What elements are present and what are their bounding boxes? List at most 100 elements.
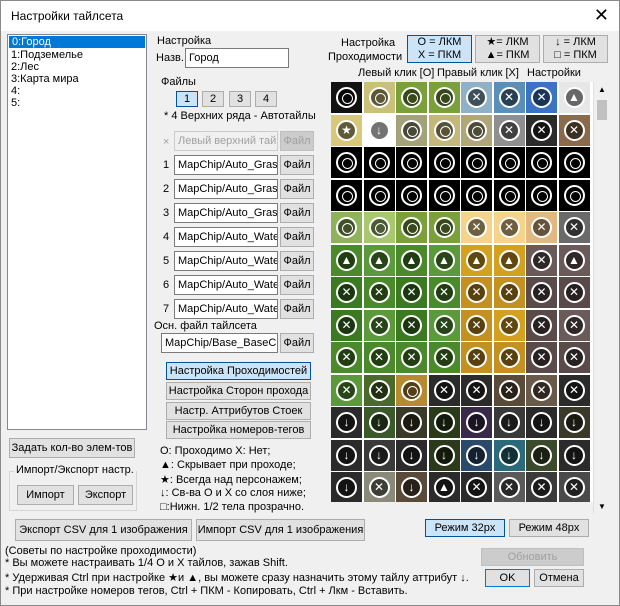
- tile-cell[interactable]: ▲: [396, 244, 427, 276]
- file-browse-button[interactable]: Файл: [280, 155, 314, 175]
- tile-cell[interactable]: ✕: [363, 472, 395, 502]
- base-file-field[interactable]: MapChip/Base_BaseChip: [161, 333, 278, 353]
- file-path-field[interactable]: MapChip/Auto_Water: [174, 299, 278, 319]
- tile-cell[interactable]: [331, 147, 362, 178]
- tile-cell[interactable]: ▲: [493, 244, 525, 276]
- tile-cell[interactable]: ▲: [461, 244, 492, 276]
- tile-cell[interactable]: ✕: [461, 374, 492, 406]
- tile-cell[interactable]: ✕: [526, 309, 557, 341]
- tile-cell[interactable]: ✕: [363, 342, 395, 373]
- tileset-list[interactable]: 0:Город 1:Подземелье 2:Лес 3:Карта мира …: [7, 34, 147, 430]
- tile-cell[interactable]: [493, 179, 525, 211]
- name-field[interactable]: Город: [185, 48, 289, 68]
- tile-cell[interactable]: ✕: [558, 342, 590, 373]
- tile-cell[interactable]: [396, 147, 427, 178]
- tile-cell[interactable]: ↓: [558, 439, 590, 471]
- tile-cell[interactable]: ✕: [363, 374, 395, 406]
- tile-cell[interactable]: [428, 212, 460, 243]
- tile-cell[interactable]: ✕: [331, 342, 362, 373]
- counter-attr-mode-button[interactable]: Настр. Аттрибутов Стоек: [166, 402, 311, 420]
- file-browse-button[interactable]: Файл: [280, 179, 314, 199]
- tileset-item[interactable]: 3:Карта мира: [8, 73, 146, 85]
- tile-cell[interactable]: ✕: [461, 212, 492, 243]
- tile-cell[interactable]: ↓: [428, 439, 460, 471]
- tile-cell[interactable]: ✕: [331, 277, 362, 308]
- tile-cell[interactable]: ✕: [558, 309, 590, 341]
- tile-cell[interactable]: ▲: [428, 472, 460, 502]
- tile-cell[interactable]: [461, 179, 492, 211]
- tile-cell[interactable]: ✕: [331, 374, 362, 406]
- tileset-item[interactable]: 1:Подземелье: [8, 49, 146, 61]
- ox-click-mode-button[interactable]: O = ЛКМ X = ПКМ: [407, 35, 472, 63]
- tile-cell[interactable]: ↓: [461, 407, 492, 438]
- tile-cell[interactable]: [396, 82, 427, 113]
- tile-cell[interactable]: [363, 82, 395, 113]
- import-csv-button[interactable]: Импорт CSV для 1 изображения: [196, 519, 365, 541]
- tile-cell[interactable]: ▲: [331, 244, 362, 276]
- tag-number-mode-button[interactable]: Настройка номеров-тегов: [166, 421, 311, 439]
- tileset-item[interactable]: 0:Город: [9, 36, 145, 48]
- tile-cell[interactable]: ▲: [558, 82, 590, 113]
- tile-cell[interactable]: [331, 82, 362, 113]
- file-path-field[interactable]: MapChip/Auto_Water: [174, 227, 278, 247]
- tile-cell[interactable]: ✕: [493, 374, 525, 406]
- scroll-down-icon[interactable]: ▼: [598, 502, 606, 511]
- tile-cell[interactable]: ✕: [558, 212, 590, 243]
- star-click-mode-button[interactable]: ★= ЛКМ ▲= ПКМ: [475, 35, 540, 63]
- file-tab-4[interactable]: 4: [255, 91, 277, 107]
- file-browse-button[interactable]: Файл: [280, 275, 314, 295]
- tile-cell[interactable]: ↓: [396, 472, 427, 502]
- tile-cell[interactable]: ★: [331, 114, 362, 146]
- tile-cell[interactable]: ↓: [331, 472, 362, 502]
- file-path-field[interactable]: MapChip/Auto_Grass: [174, 179, 278, 199]
- tile-cell[interactable]: [558, 147, 590, 178]
- tile-cell[interactable]: ↓: [493, 407, 525, 438]
- tile-cell[interactable]: ✕: [493, 82, 525, 113]
- mode-32px-button[interactable]: Режим 32px: [425, 519, 505, 537]
- file-tab-3[interactable]: 3: [229, 91, 251, 107]
- file-tab-2[interactable]: 2: [202, 91, 224, 107]
- tile-cell[interactable]: [461, 114, 492, 146]
- tile-cell[interactable]: ↓: [363, 114, 395, 146]
- tile-cell[interactable]: ✕: [526, 374, 557, 406]
- tile-cell[interactable]: [363, 147, 395, 178]
- tile-cell[interactable]: ✕: [558, 114, 590, 146]
- tile-cell[interactable]: ↓: [526, 439, 557, 471]
- tile-cell[interactable]: [396, 179, 427, 211]
- close-icon[interactable]: ✕: [594, 4, 609, 26]
- tile-cell[interactable]: [331, 179, 362, 211]
- passability-mode-button[interactable]: Настройка Проходимостей: [166, 362, 311, 380]
- tile-cell[interactable]: ↓: [396, 407, 427, 438]
- file-path-field[interactable]: MapChip/Auto_Grass: [174, 155, 278, 175]
- export-csv-button[interactable]: Экспорт CSV для 1 изображения: [15, 519, 192, 541]
- scroll-thumb[interactable]: [597, 100, 607, 120]
- tile-cell[interactable]: ✕: [396, 342, 427, 373]
- tile-cell[interactable]: ✕: [363, 309, 395, 341]
- tile-cell[interactable]: ✕: [331, 309, 362, 341]
- tile-cell[interactable]: ↓: [363, 439, 395, 471]
- tile-cell[interactable]: ✕: [558, 277, 590, 308]
- tile-cell[interactable]: ✕: [396, 309, 427, 341]
- tile-cell[interactable]: ✕: [526, 472, 557, 502]
- file-browse-button[interactable]: Файл: [280, 251, 314, 271]
- tile-grid[interactable]: ✕ ✕ ✕ ▲ ★ ↓ ✕ ✕ ✕ ✕ ✕ ✕ ✕ ▲ ▲ ▲ ▲ ▲ ▲ ✕ ▲ ✕ ✕ ✕ ✕ ✕ ✕ ✕ ✕ ✕ ✕ ✕ ✕ ✕ ✕ ✕ ✕ ✕ ✕ ✕…: [331, 82, 593, 502]
- tile-cell[interactable]: [428, 82, 460, 113]
- export-button[interactable]: Экспорт: [78, 485, 133, 505]
- tile-cell[interactable]: ✕: [526, 82, 557, 113]
- tileset-item[interactable]: 4:: [8, 85, 146, 97]
- tile-cell[interactable]: [396, 212, 427, 243]
- tile-cell[interactable]: [363, 179, 395, 211]
- arrow-click-mode-button[interactable]: ↓ = ЛКМ □ = ПКМ: [543, 35, 608, 63]
- horizontal-scrollbar[interactable]: [331, 502, 593, 514]
- tile-cell[interactable]: ✕: [526, 212, 557, 243]
- tile-cell[interactable]: [526, 179, 557, 211]
- base-file-button[interactable]: Файл: [280, 333, 314, 353]
- tile-cell[interactable]: ✕: [493, 342, 525, 373]
- tile-cell[interactable]: ↓: [558, 407, 590, 438]
- tile-cell[interactable]: ✕: [428, 309, 460, 341]
- tile-cell[interactable]: ↓: [331, 407, 362, 438]
- file-path-field[interactable]: MapChip/Auto_Water: [174, 251, 278, 271]
- tile-cell[interactable]: ↓: [461, 439, 492, 471]
- tile-cell[interactable]: ✕: [558, 472, 590, 502]
- pass-direction-mode-button[interactable]: Настройка Сторон прохода: [166, 382, 311, 400]
